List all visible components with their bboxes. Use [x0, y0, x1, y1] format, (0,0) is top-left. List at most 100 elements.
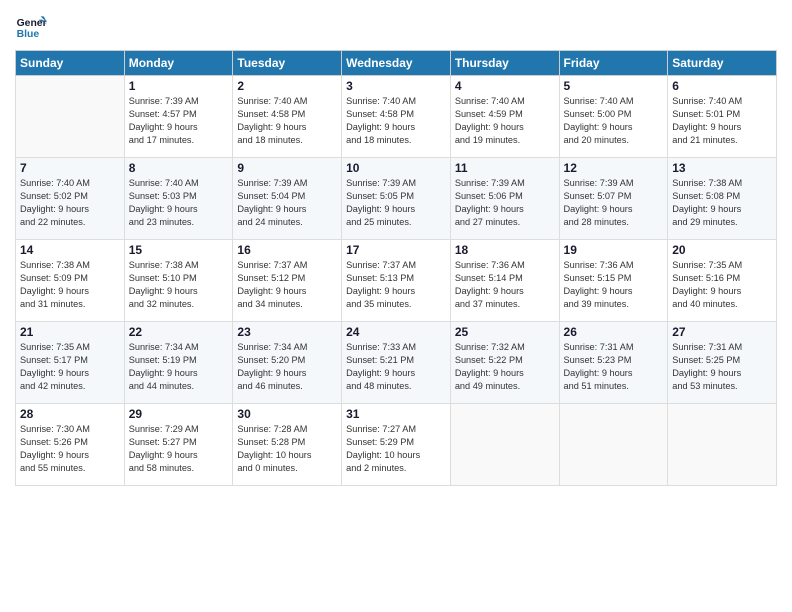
cell-info: Sunrise: 7:39 AM Sunset: 5:05 PM Dayligh…	[346, 177, 446, 229]
week-row-5: 28 Sunrise: 7:30 AM Sunset: 5:26 PM Dayli…	[16, 404, 777, 486]
day-number: 6	[672, 79, 772, 93]
day-number: 3	[346, 79, 446, 93]
week-row-2: 7 Sunrise: 7:40 AM Sunset: 5:02 PM Daylig…	[16, 158, 777, 240]
day-header-friday: Friday	[559, 51, 668, 76]
cell-info: Sunrise: 7:39 AM Sunset: 4:57 PM Dayligh…	[129, 95, 229, 147]
cell-info: Sunrise: 7:37 AM Sunset: 5:12 PM Dayligh…	[237, 259, 337, 311]
week-row-4: 21 Sunrise: 7:35 AM Sunset: 5:17 PM Dayli…	[16, 322, 777, 404]
cell-info: Sunrise: 7:37 AM Sunset: 5:13 PM Dayligh…	[346, 259, 446, 311]
calendar-cell: 12 Sunrise: 7:39 AM Sunset: 5:07 PM Dayli…	[559, 158, 668, 240]
day-number: 16	[237, 243, 337, 257]
day-number: 12	[564, 161, 664, 175]
day-number: 23	[237, 325, 337, 339]
calendar-cell: 18 Sunrise: 7:36 AM Sunset: 5:14 PM Dayli…	[450, 240, 559, 322]
calendar-cell: 20 Sunrise: 7:35 AM Sunset: 5:16 PM Dayli…	[668, 240, 777, 322]
day-number: 1	[129, 79, 229, 93]
calendar-cell: 10 Sunrise: 7:39 AM Sunset: 5:05 PM Dayli…	[342, 158, 451, 240]
day-number: 17	[346, 243, 446, 257]
calendar-cell: 8 Sunrise: 7:40 AM Sunset: 5:03 PM Daylig…	[124, 158, 233, 240]
cell-info: Sunrise: 7:35 AM Sunset: 5:17 PM Dayligh…	[20, 341, 120, 393]
cell-info: Sunrise: 7:39 AM Sunset: 5:06 PM Dayligh…	[455, 177, 555, 229]
calendar-cell: 19Sunrise: 7:36 AM Sunset: 5:15 PM Dayli…	[559, 240, 668, 322]
cell-info: Sunrise: 7:34 AM Sunset: 5:20 PM Dayligh…	[237, 341, 337, 393]
cell-info: Sunrise: 7:40 AM Sunset: 5:02 PM Dayligh…	[20, 177, 120, 229]
day-number: 4	[455, 79, 555, 93]
day-number: 28	[20, 407, 120, 421]
cell-info: Sunrise: 7:40 AM Sunset: 5:01 PM Dayligh…	[672, 95, 772, 147]
day-number: 20	[672, 243, 772, 257]
day-header-sunday: Sunday	[16, 51, 125, 76]
day-number: 27	[672, 325, 772, 339]
calendar-cell: 22 Sunrise: 7:34 AM Sunset: 5:19 PM Dayli…	[124, 322, 233, 404]
cell-info: Sunrise: 7:38 AM Sunset: 5:10 PM Dayligh…	[129, 259, 229, 311]
calendar-table: SundayMondayTuesdayWednesdayThursdayFrid…	[15, 50, 777, 486]
calendar-cell: 15 Sunrise: 7:38 AM Sunset: 5:10 PM Dayli…	[124, 240, 233, 322]
cell-info: Sunrise: 7:33 AM Sunset: 5:21 PM Dayligh…	[346, 341, 446, 393]
cell-info: Sunrise: 7:31 AM Sunset: 5:25 PM Dayligh…	[672, 341, 772, 393]
week-row-1: 1 Sunrise: 7:39 AM Sunset: 4:57 PM Daylig…	[16, 76, 777, 158]
day-number: 26	[564, 325, 664, 339]
day-number: 31	[346, 407, 446, 421]
calendar-cell: 29 Sunrise: 7:29 AM Sunset: 5:27 PM Dayli…	[124, 404, 233, 486]
day-number: 13	[672, 161, 772, 175]
day-number: 18	[455, 243, 555, 257]
cell-info: Sunrise: 7:40 AM Sunset: 4:58 PM Dayligh…	[237, 95, 337, 147]
day-number: 2	[237, 79, 337, 93]
day-number: 22	[129, 325, 229, 339]
calendar-cell: 21 Sunrise: 7:35 AM Sunset: 5:17 PM Dayli…	[16, 322, 125, 404]
calendar-cell	[450, 404, 559, 486]
cell-info: Sunrise: 7:30 AM Sunset: 5:26 PM Dayligh…	[20, 423, 120, 475]
calendar-cell: 13 Sunrise: 7:38 AM Sunset: 5:08 PM Dayli…	[668, 158, 777, 240]
calendar-cell: 2 Sunrise: 7:40 AM Sunset: 4:58 PM Daylig…	[233, 76, 342, 158]
day-number: 10	[346, 161, 446, 175]
cell-info: Sunrise: 7:40 AM Sunset: 5:00 PM Dayligh…	[564, 95, 664, 147]
day-number: 8	[129, 161, 229, 175]
calendar-cell: 31 Sunrise: 7:27 AM Sunset: 5:29 PM Dayli…	[342, 404, 451, 486]
calendar-cell	[668, 404, 777, 486]
cell-info: Sunrise: 7:28 AM Sunset: 5:28 PM Dayligh…	[237, 423, 337, 475]
calendar-cell: 5 Sunrise: 7:40 AM Sunset: 5:00 PM Daylig…	[559, 76, 668, 158]
cell-info: Sunrise: 7:32 AM Sunset: 5:22 PM Dayligh…	[455, 341, 555, 393]
calendar-cell: 11 Sunrise: 7:39 AM Sunset: 5:06 PM Dayli…	[450, 158, 559, 240]
calendar-cell: 1 Sunrise: 7:39 AM Sunset: 4:57 PM Daylig…	[124, 76, 233, 158]
day-header-monday: Monday	[124, 51, 233, 76]
day-number: 11	[455, 161, 555, 175]
day-number: 30	[237, 407, 337, 421]
day-number: 15	[129, 243, 229, 257]
day-number: 21	[20, 325, 120, 339]
svg-text:General: General	[17, 18, 47, 29]
calendar-cell: 25 Sunrise: 7:32 AM Sunset: 5:22 PM Dayli…	[450, 322, 559, 404]
cell-info: Sunrise: 7:31 AM Sunset: 5:23 PM Dayligh…	[564, 341, 664, 393]
calendar-cell: 16 Sunrise: 7:37 AM Sunset: 5:12 PM Dayli…	[233, 240, 342, 322]
day-header-thursday: Thursday	[450, 51, 559, 76]
cell-info: Sunrise: 7:39 AM Sunset: 5:07 PM Dayligh…	[564, 177, 664, 229]
calendar-cell: 26 Sunrise: 7:31 AM Sunset: 5:23 PM Dayli…	[559, 322, 668, 404]
cell-info: Sunrise: 7:36 AM Sunset: 5:14 PM Dayligh…	[455, 259, 555, 311]
calendar-cell	[16, 76, 125, 158]
header: General Blue	[15, 10, 777, 42]
cell-info: Sunrise: 7:29 AM Sunset: 5:27 PM Dayligh…	[129, 423, 229, 475]
calendar-cell: 7 Sunrise: 7:40 AM Sunset: 5:02 PM Daylig…	[16, 158, 125, 240]
day-number: 25	[455, 325, 555, 339]
calendar-cell: 14Sunrise: 7:38 AM Sunset: 5:09 PM Dayli…	[16, 240, 125, 322]
week-row-3: 14Sunrise: 7:38 AM Sunset: 5:09 PM Dayli…	[16, 240, 777, 322]
cell-info: Sunrise: 7:34 AM Sunset: 5:19 PM Dayligh…	[129, 341, 229, 393]
day-number: 5	[564, 79, 664, 93]
cell-info: Sunrise: 7:38 AM Sunset: 5:08 PM Dayligh…	[672, 177, 772, 229]
day-number: 7	[20, 161, 120, 175]
calendar-cell: 4Sunrise: 7:40 AM Sunset: 4:59 PM Daylig…	[450, 76, 559, 158]
cell-info: Sunrise: 7:27 AM Sunset: 5:29 PM Dayligh…	[346, 423, 446, 475]
cell-info: Sunrise: 7:40 AM Sunset: 5:03 PM Dayligh…	[129, 177, 229, 229]
calendar-cell: 6 Sunrise: 7:40 AM Sunset: 5:01 PM Daylig…	[668, 76, 777, 158]
calendar-page: General Blue SundayMondayTuesdayWednesda…	[0, 0, 792, 612]
cell-info: Sunrise: 7:38 AM Sunset: 5:09 PM Dayligh…	[20, 259, 120, 311]
calendar-cell: 30 Sunrise: 7:28 AM Sunset: 5:28 PM Dayli…	[233, 404, 342, 486]
cell-info: Sunrise: 7:35 AM Sunset: 5:16 PM Dayligh…	[672, 259, 772, 311]
header-row: SundayMondayTuesdayWednesdayThursdayFrid…	[16, 51, 777, 76]
day-header-saturday: Saturday	[668, 51, 777, 76]
calendar-cell: 23 Sunrise: 7:34 AM Sunset: 5:20 PM Dayli…	[233, 322, 342, 404]
day-number: 9	[237, 161, 337, 175]
day-number: 29	[129, 407, 229, 421]
cell-info: Sunrise: 7:40 AM Sunset: 4:58 PM Dayligh…	[346, 95, 446, 147]
calendar-cell: 9Sunrise: 7:39 AM Sunset: 5:04 PM Daylig…	[233, 158, 342, 240]
